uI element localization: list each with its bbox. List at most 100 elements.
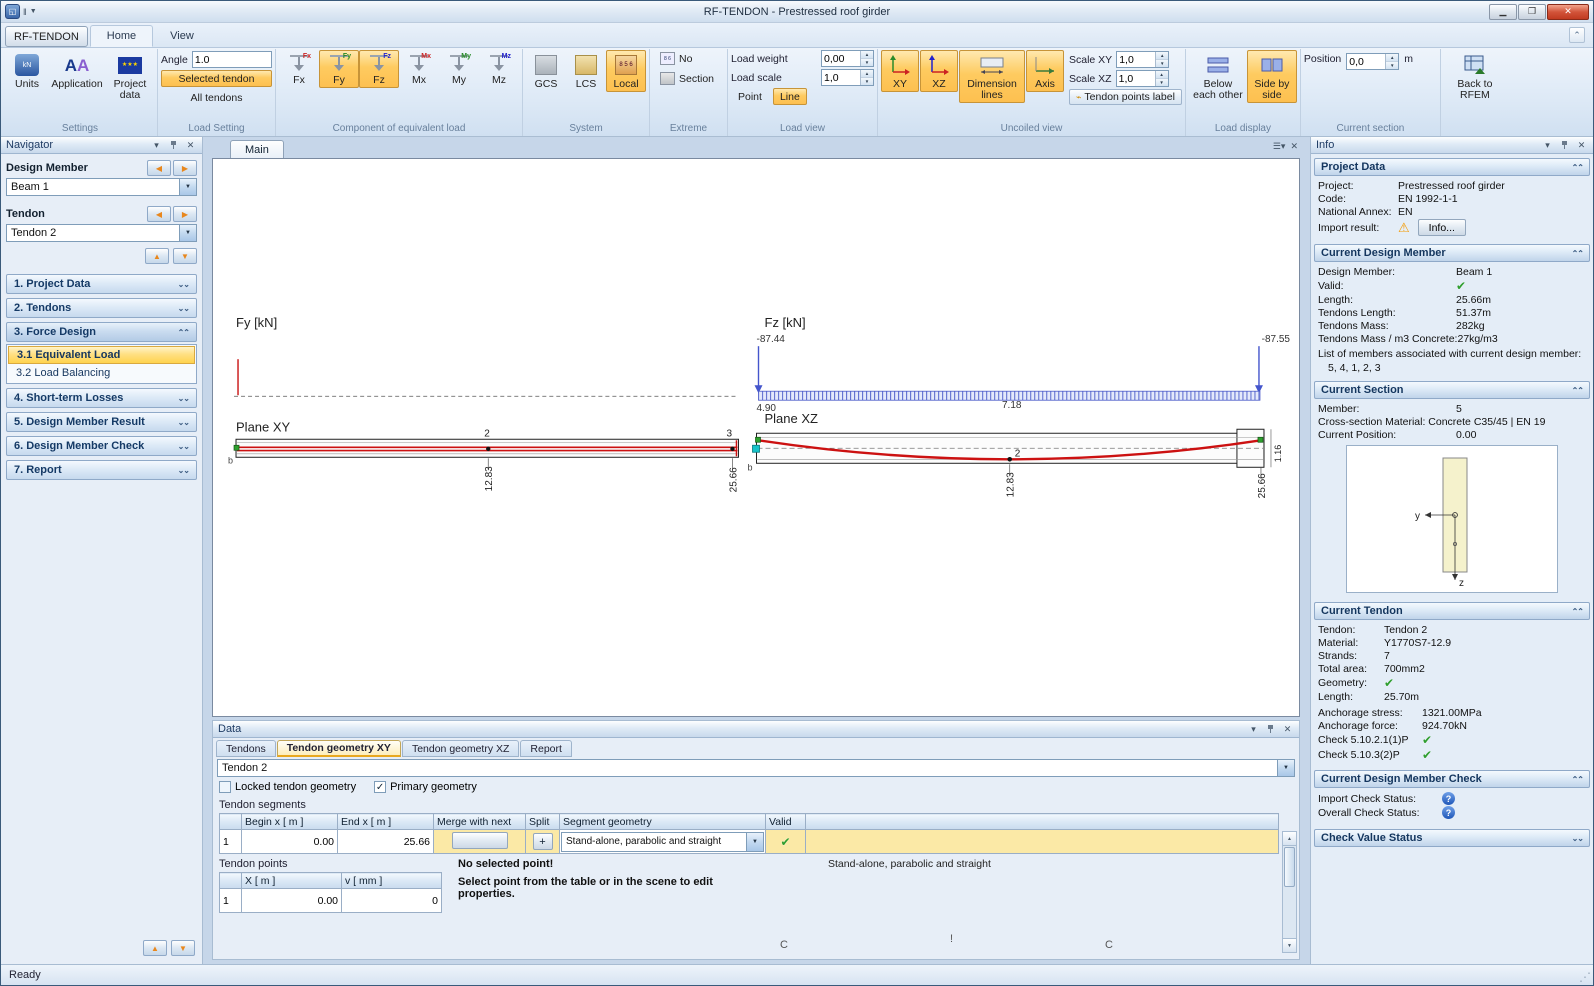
col-merge[interactable]: Merge with next — [433, 813, 526, 830]
application-menu-button[interactable]: RF-TENDON — [5, 26, 88, 47]
close-view-icon[interactable]: ✕ — [1290, 141, 1298, 152]
spin-down-icon[interactable]: ▼ — [1386, 62, 1399, 69]
project-data-button[interactable]: ★★★ Project data — [106, 50, 154, 103]
section-header-member-check[interactable]: Current Design Member Check ⌃⌃ — [1314, 770, 1590, 788]
section-header-check-value-status[interactable]: Check Value Status ⌄⌄ — [1314, 829, 1590, 847]
begin-x-cell[interactable]: 0.00 — [241, 829, 338, 854]
mz-button[interactable]: Mz Mz — [479, 50, 519, 88]
nav-section-short-term-losses[interactable]: 4. Short-term Losses ⌄⌄ — [6, 388, 197, 408]
chevron-down-icon[interactable]: ▼ — [30, 8, 37, 15]
fy-button[interactable]: Fy Fy — [319, 50, 359, 88]
tendon-xy-point-2[interactable] — [486, 446, 491, 452]
section-header-project-data[interactable]: Project Data ⌃⌃ — [1314, 158, 1590, 176]
scale-xz-input[interactable] — [1116, 71, 1155, 86]
nav-item-equivalent-load[interactable]: 3.1 Equivalent Load — [8, 346, 195, 364]
app-icon[interactable]: ◱ — [5, 4, 20, 19]
merge-with-next-button[interactable] — [451, 832, 508, 849]
col-begin-x[interactable]: Begin x [ m ] — [241, 813, 338, 830]
primary-geometry-checkbox[interactable]: ✓ Primary geometry — [374, 781, 477, 793]
move-up-button[interactable]: ▲ — [145, 248, 169, 264]
tendon-combobox[interactable]: Tendon 2 ▼ — [217, 759, 1295, 777]
end-x-cell[interactable]: 25.66 — [337, 829, 434, 854]
nav-section-project-data[interactable]: 1. Project Data ⌄⌄ — [6, 274, 197, 294]
scroll-up-button[interactable]: ▲ — [143, 940, 167, 956]
back-to-rfem-button[interactable]: Back to RFEM — [1444, 50, 1506, 103]
scale-xy-input[interactable] — [1117, 52, 1156, 67]
col-end-x[interactable]: End x [ m ] — [337, 813, 434, 830]
dropdown-icon[interactable]: ▾ — [1247, 723, 1260, 736]
line-button[interactable]: Line — [772, 88, 807, 105]
view-menu-icon[interactable]: ☰▾ — [1273, 141, 1286, 152]
nav-item-load-balancing[interactable]: 3.2 Load Balancing — [8, 364, 195, 382]
below-each-other-button[interactable]: Below each other — [1189, 50, 1247, 103]
tendon-select[interactable]: Tendon 2 ▼ — [6, 224, 197, 242]
split-button[interactable]: + — [532, 833, 553, 850]
tab-tendons[interactable]: Tendons — [216, 740, 276, 757]
tab-tendon-geometry-xy[interactable]: Tendon geometry XY — [276, 740, 401, 757]
fx-button[interactable]: Fx Fx — [279, 50, 319, 88]
collapse-ribbon-icon[interactable]: ⌃ — [1569, 27, 1585, 43]
pin-icon[interactable] — [167, 139, 180, 152]
application-button[interactable]: AA Application — [48, 50, 106, 92]
segment-geometry-select[interactable]: Stand-alone, parabolic and straight ▼ — [561, 831, 764, 852]
info-button[interactable]: Info... — [1417, 219, 1466, 236]
spin-down-icon[interactable]: ▼ — [1155, 79, 1168, 86]
chevron-down-icon[interactable]: ▼ — [179, 225, 196, 241]
minimize-button[interactable]: ▁ — [1489, 3, 1517, 20]
prev-design-member-button[interactable]: ◀ — [147, 160, 171, 176]
extreme-no-button[interactable]: 8 6 No — [653, 50, 724, 67]
row-number[interactable]: 1 — [219, 888, 242, 913]
col-split[interactable]: Split — [525, 813, 560, 830]
scrollbar-thumb[interactable] — [1284, 847, 1295, 887]
fz-distributed-load[interactable] — [758, 390, 1261, 401]
spin-down-icon[interactable]: ▼ — [861, 59, 873, 66]
scroll-up-arrow[interactable]: ▲ — [1283, 832, 1296, 846]
spin-up-icon[interactable]: ▲ — [861, 51, 873, 59]
side-by-side-button[interactable]: Side by side — [1246, 50, 1297, 103]
chevron-down-icon[interactable]: ▼ — [1277, 760, 1294, 776]
close-button[interactable]: ✕ — [1547, 3, 1589, 20]
close-icon[interactable]: ✕ — [1575, 139, 1588, 152]
tab-home[interactable]: Home — [89, 25, 154, 47]
spin-up-icon[interactable]: ▲ — [861, 70, 873, 78]
uncoiled-xz-button[interactable]: XZ — [920, 50, 958, 92]
vertical-scrollbar[interactable]: ▲ ▼ — [1282, 831, 1297, 953]
current-section-marker[interactable] — [752, 444, 760, 453]
x-cell[interactable]: 0.00 — [241, 888, 342, 913]
spin-up-icon[interactable]: ▲ — [1156, 52, 1169, 60]
point-button[interactable]: Point — [731, 88, 769, 105]
nav-section-report[interactable]: 7. Report ⌄⌄ — [6, 460, 197, 480]
next-design-member-button[interactable]: ▶ — [173, 160, 197, 176]
angle-input[interactable] — [192, 52, 271, 67]
tendon-xz-start-anchor[interactable] — [755, 436, 761, 443]
col-segment-geometry[interactable]: Segment geometry — [559, 813, 766, 830]
axis-button[interactable]: Axis — [1026, 50, 1064, 92]
uncoiled-xy-button[interactable]: XY — [881, 50, 919, 92]
extreme-section-button[interactable]: Section — [653, 70, 724, 87]
section-header-current-design-member[interactable]: Current Design Member ⌃⌃ — [1314, 244, 1590, 262]
tab-main[interactable]: Main — [230, 140, 284, 158]
prev-tendon-button[interactable]: ◀ — [147, 206, 171, 222]
mx-button[interactable]: Mx Mx — [399, 50, 439, 88]
col-x[interactable]: X [ m ] — [241, 872, 342, 889]
tab-report[interactable]: Report — [520, 740, 572, 757]
pin-icon[interactable] — [1264, 723, 1277, 736]
gcs-button[interactable]: GCS — [526, 50, 566, 92]
resize-grip[interactable]: ⋰ — [1579, 970, 1591, 984]
main-canvas[interactable]: Fy [kN] Plane XY 2 3 12.83 25.66 b Fz [k… — [212, 158, 1300, 717]
close-icon[interactable]: ✕ — [1281, 723, 1294, 736]
load-weight-input[interactable] — [822, 51, 860, 66]
v-cell[interactable]: 0 — [341, 888, 442, 913]
chevron-down-icon[interactable]: ▼ — [179, 179, 196, 195]
tendon-points-label-button[interactable]: ⌁ Tendon points label — [1069, 89, 1182, 105]
design-member-select[interactable]: Beam 1 ▼ — [6, 178, 197, 196]
nav-section-design-member-result[interactable]: 5. Design Member Result ⌄⌄ — [6, 412, 197, 432]
pin-icon[interactable] — [1558, 139, 1571, 152]
segment-row[interactable]: 1 0.00 25.66 + Stand-alone, parabolic an… — [219, 829, 1279, 854]
spin-up-icon[interactable]: ▲ — [1386, 54, 1399, 62]
spin-down-icon[interactable]: ▼ — [861, 78, 873, 85]
units-button[interactable]: kN Units — [6, 50, 48, 92]
tendon-xz-point-2[interactable] — [1007, 456, 1013, 462]
dropdown-icon[interactable]: ▾ — [1541, 139, 1554, 152]
section-header-current-tendon[interactable]: Current Tendon ⌃⌃ — [1314, 602, 1590, 620]
